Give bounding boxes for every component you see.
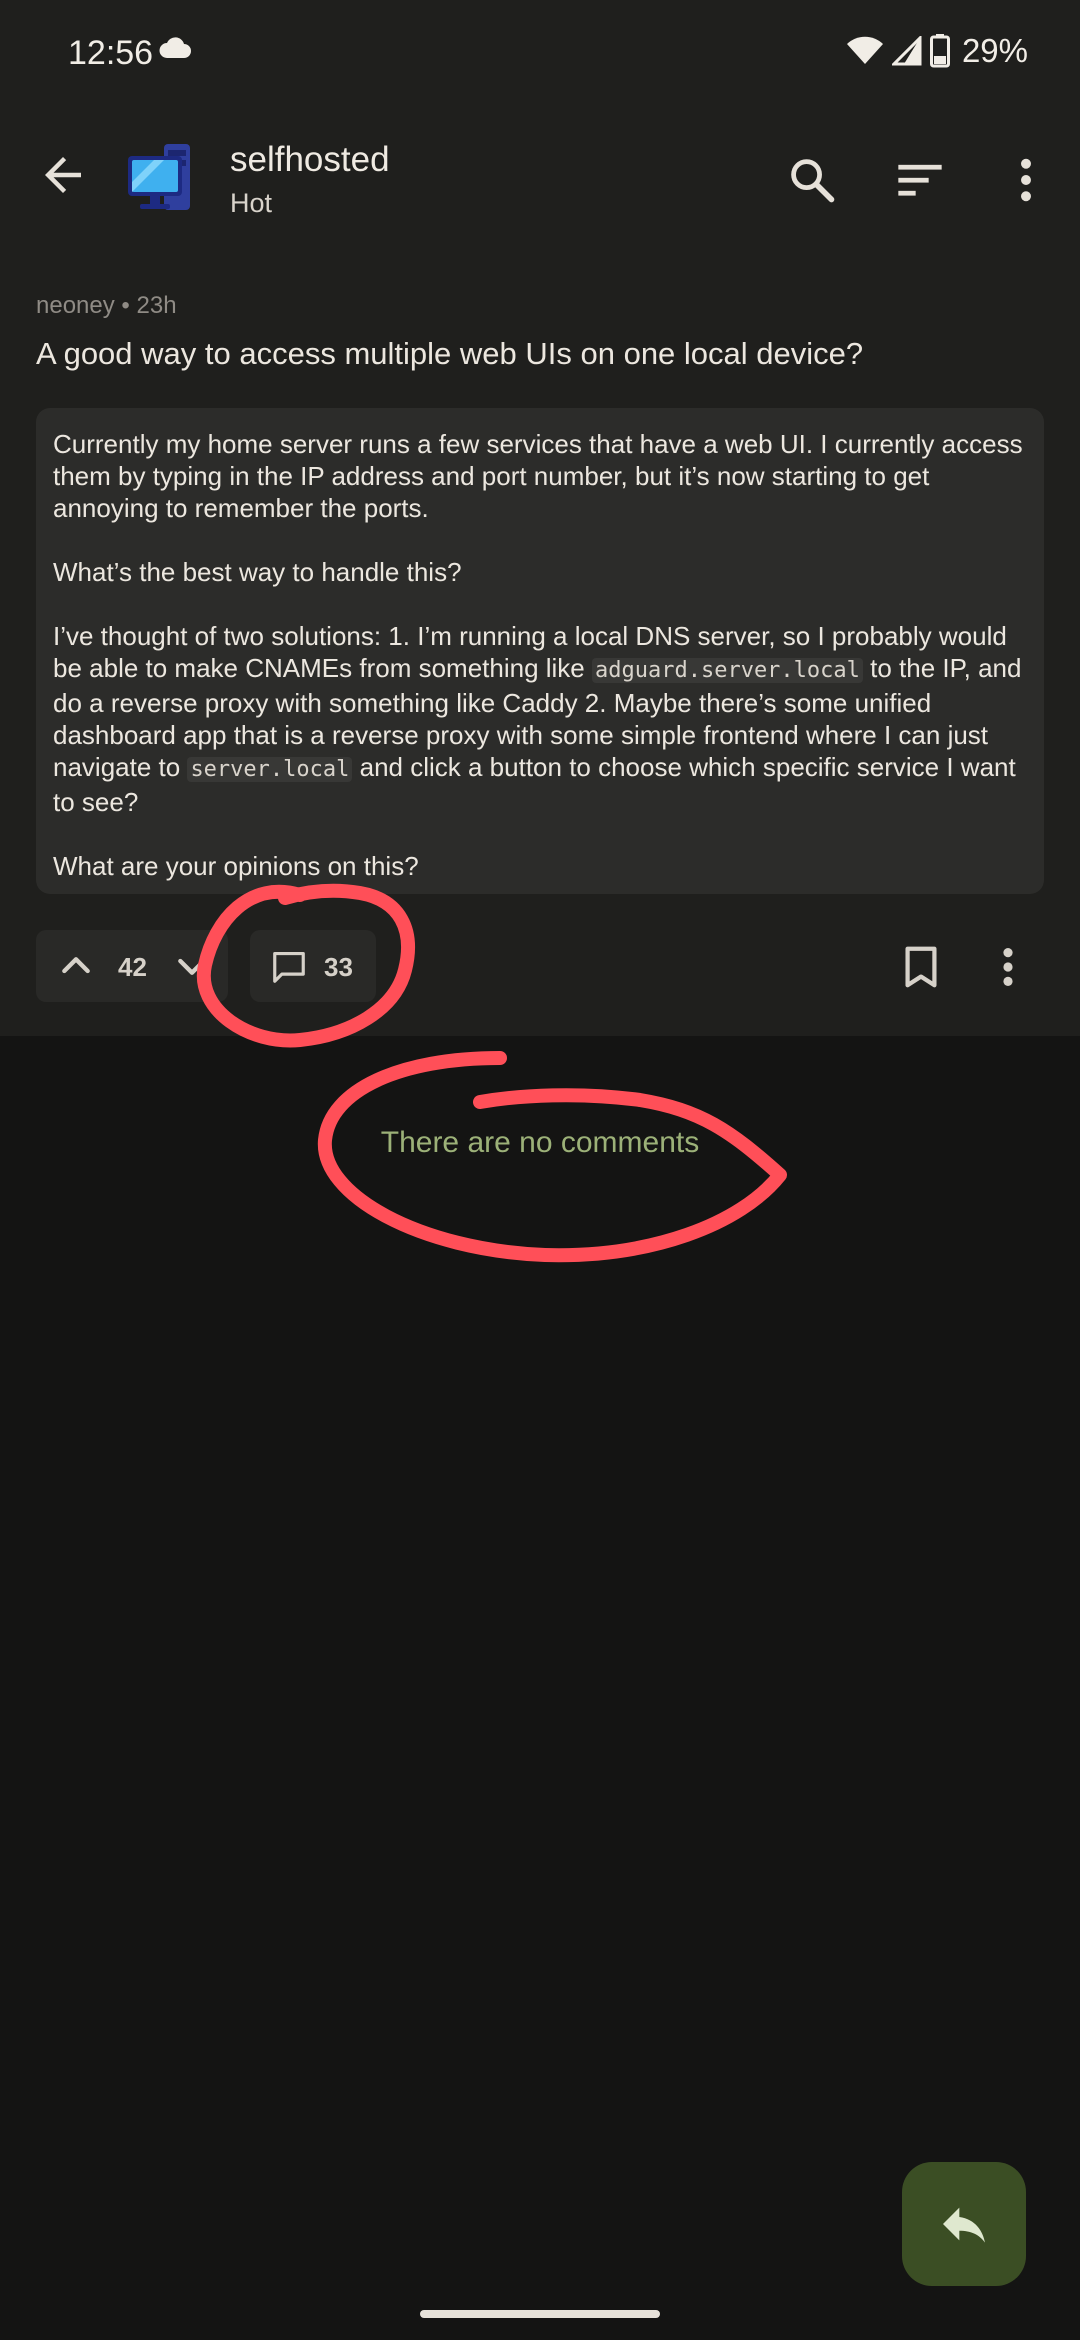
post-meta: neoney • 23h (36, 292, 177, 320)
inline-code: server.local (187, 757, 353, 782)
post-body: Currently my home server runs a few serv… (36, 408, 1044, 894)
sort-label: Hot (230, 188, 273, 218)
body-paragraph: What’s the best way to handle this? (53, 557, 462, 587)
body-paragraph: Currently my home server runs a few serv… (53, 429, 1023, 523)
reply-icon (943, 2207, 985, 2243)
search-icon[interactable] (786, 154, 838, 206)
comments-button[interactable]: 33 (250, 930, 376, 1002)
meta-separator: • (114, 292, 137, 319)
no-comments-message: There are no comments (380, 1126, 700, 1159)
post-score: 42 (118, 952, 147, 982)
comment-icon (273, 951, 305, 983)
community-avatar[interactable] (124, 142, 198, 216)
post-title: A good way to access multiple web UIs on… (36, 336, 864, 371)
battery-icon (929, 34, 950, 68)
reply-fab[interactable] (902, 2162, 1026, 2286)
cloud-icon (159, 37, 191, 58)
inline-code: adguard.server.local (592, 658, 863, 683)
body-paragraph: I’ve thought of two solutions: 1. I’m ru… (53, 621, 1022, 817)
cellular-signal-icon (891, 36, 922, 66)
post-author[interactable]: neoney (36, 292, 115, 319)
back-arrow-icon[interactable] (36, 148, 90, 202)
status-bar: 12:56 29% (0, 0, 1080, 108)
community-name: selfhosted (230, 140, 390, 179)
more-vert-icon[interactable] (1000, 154, 1052, 206)
bookmark-icon[interactable] (898, 944, 944, 990)
comment-count: 33 (324, 952, 353, 982)
app-bar: selfhosted Hot (0, 108, 1080, 248)
gesture-handle (420, 2310, 660, 2318)
body-paragraph: What are your opinions on this? (53, 851, 419, 881)
post-more-icon[interactable] (990, 944, 1026, 990)
sort-icon[interactable] (894, 154, 946, 206)
post-age: 23h (136, 292, 177, 319)
status-time: 12:56 (68, 34, 154, 72)
battery-percent: 29% (961, 32, 1028, 69)
upvote-icon[interactable] (56, 946, 96, 986)
vote-control: 42 (36, 930, 228, 1002)
downvote-icon[interactable] (172, 946, 212, 986)
wifi-icon (846, 36, 883, 64)
